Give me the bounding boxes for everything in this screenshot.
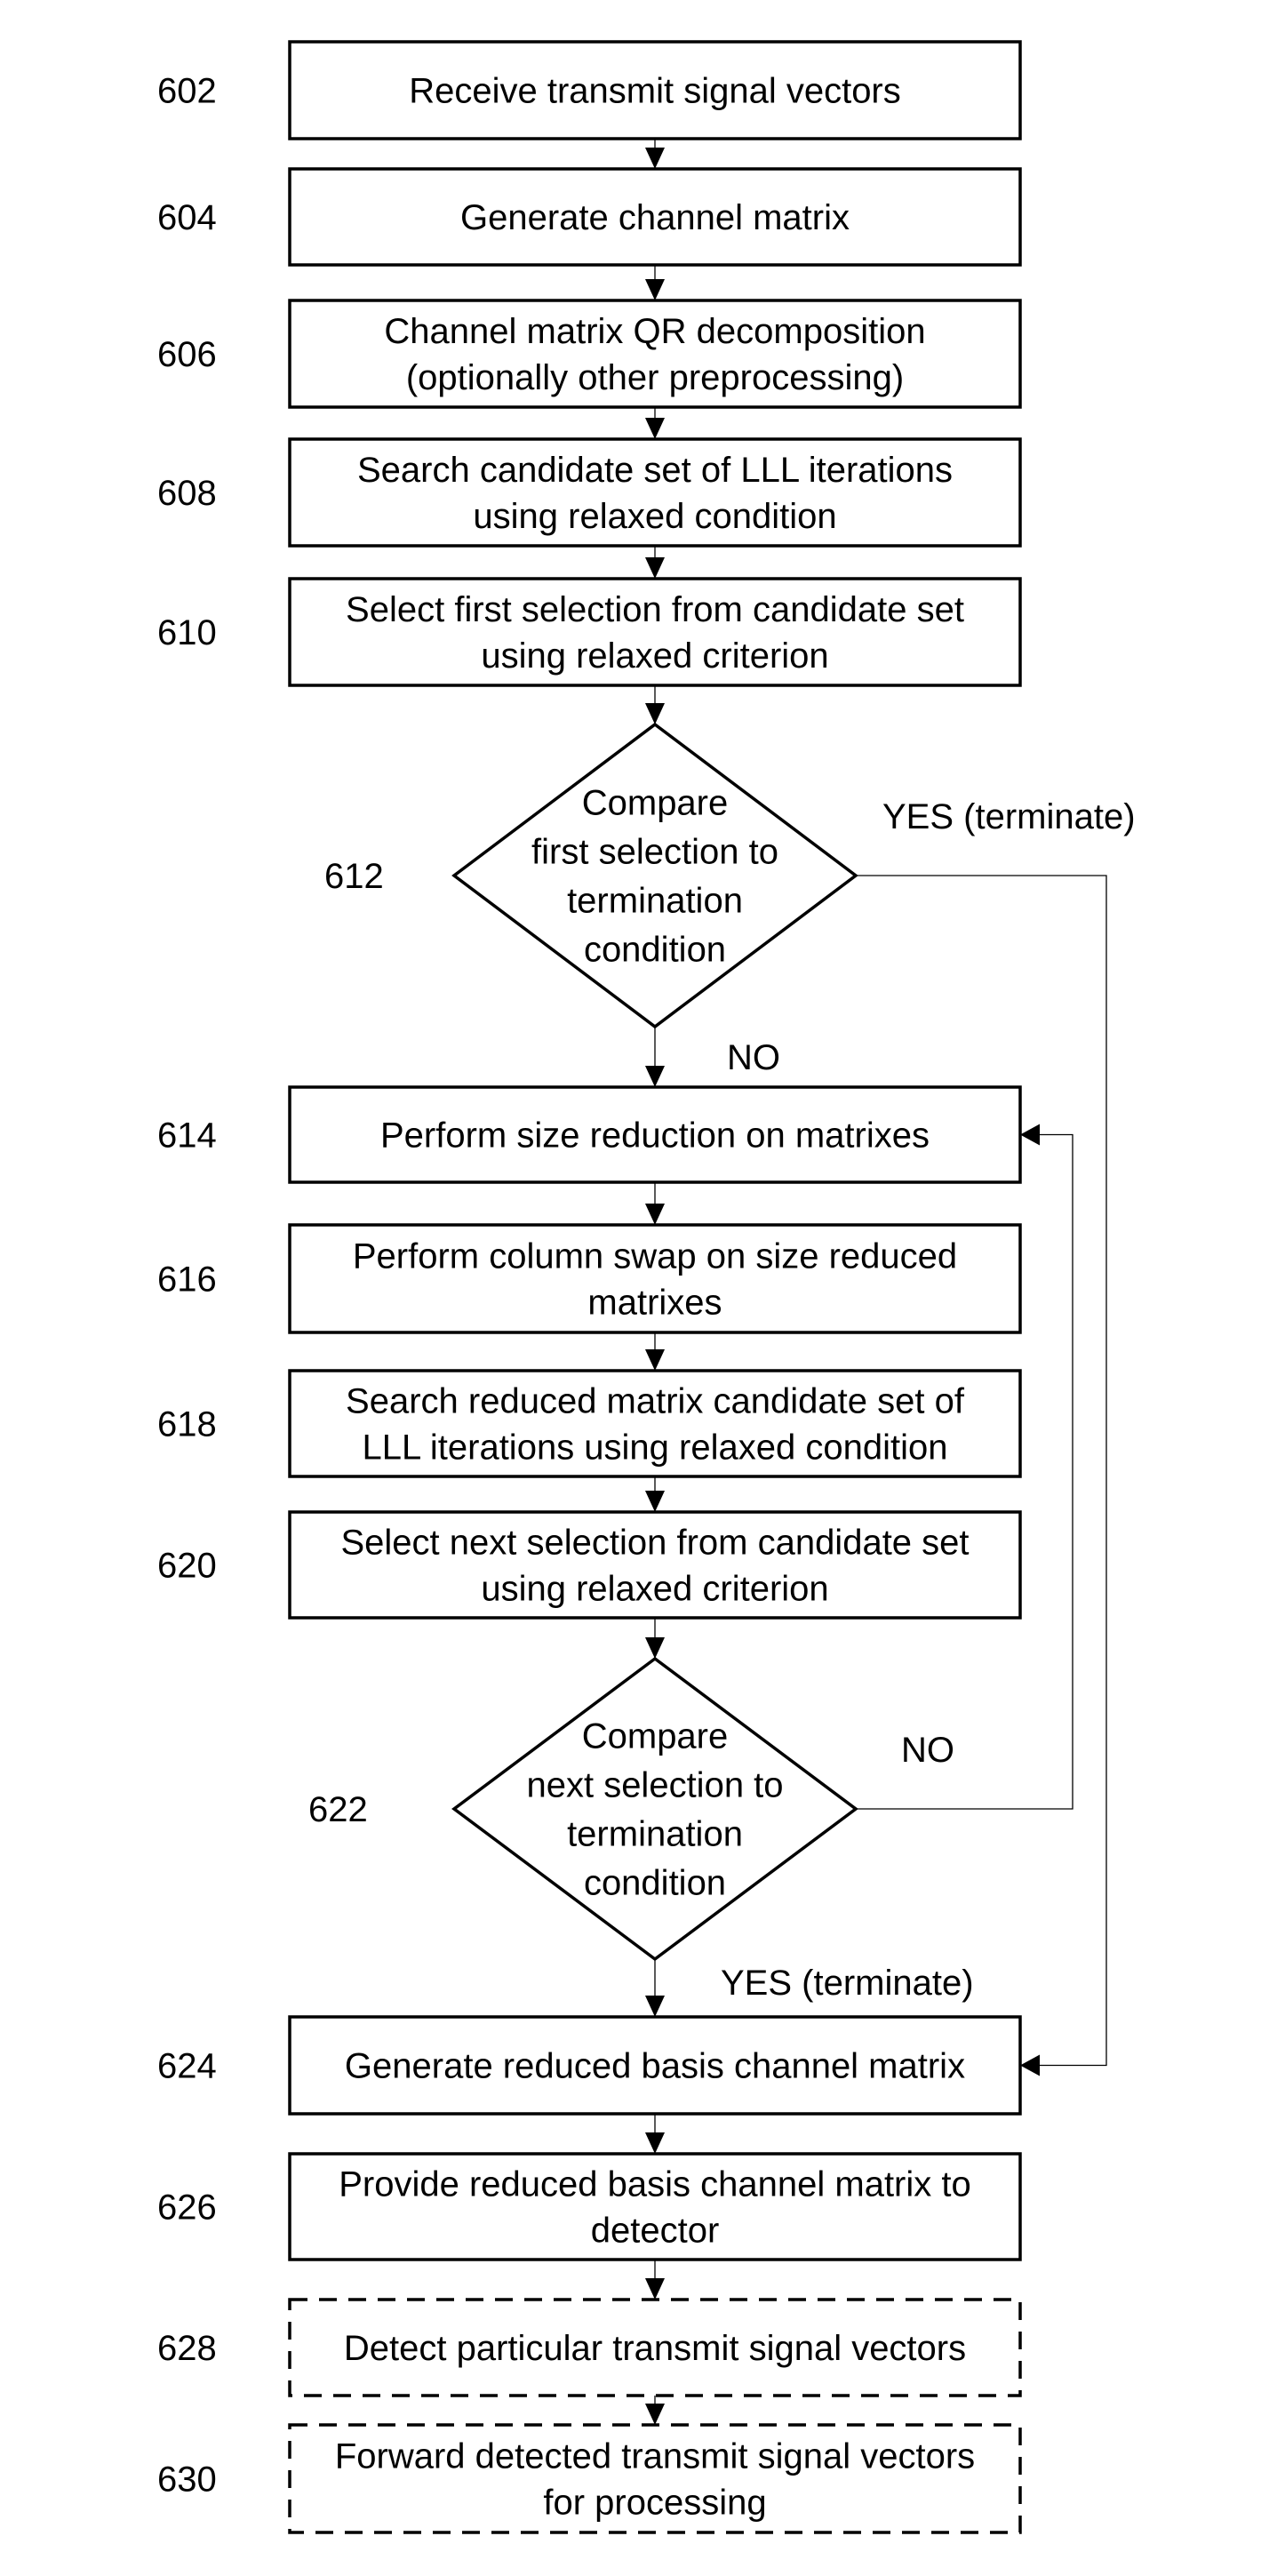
- branch-label-622-yes: YES (terminate): [721, 1964, 974, 2003]
- step-610: Select first selection from candidate se…: [157, 577, 1022, 687]
- step-text-line: Generate channel matrix: [460, 198, 850, 237]
- arrowhead-icon: [645, 418, 665, 439]
- arrowhead-icon: [645, 2278, 665, 2300]
- step-text-line: using relaxed criterion: [481, 1570, 828, 1609]
- arrowhead-icon: [645, 1996, 665, 2017]
- step-text-line: matrixes: [587, 1284, 722, 1323]
- step-number-label: 602: [157, 72, 217, 111]
- step-text-line: Perform size reduction on matrixes: [380, 1116, 930, 1156]
- step-text-line: condition: [584, 931, 726, 970]
- arrowhead-icon: [645, 148, 665, 169]
- step-text-line: Compare: [582, 784, 729, 823]
- step-622: Compare next selection to termination condi…: [308, 1656, 858, 1962]
- step-text-line: Generate reduced basis channel matrix: [345, 2047, 965, 2086]
- arrowhead-icon: [645, 2132, 665, 2154]
- step-text-line: using relaxed criterion: [481, 636, 828, 676]
- step-number-label: 626: [157, 2188, 217, 2228]
- step-text-line: Search reduced matrix candidate set of: [346, 1382, 965, 1421]
- decision-diamond-612: [451, 722, 858, 1029]
- step-number-label: 614: [157, 1116, 217, 1156]
- arrowhead-icon: [645, 1491, 665, 1512]
- step-text-line: Select next selection from candidate set: [340, 1524, 969, 1563]
- step-606: Channel matrix QR decomposition (optional…: [157, 299, 1022, 409]
- arrowhead-icon: [645, 1066, 665, 1087]
- step-614: Perform size reduction on matrixes 614: [157, 1085, 1022, 1184]
- arrowhead-icon: [645, 279, 665, 300]
- arrowhead-icon: [645, 2404, 665, 2425]
- step-text-line: Receive transmit signal vectors: [409, 72, 901, 111]
- step-number-label: 628: [157, 2329, 217, 2368]
- branch-label-622-no: NO: [901, 1731, 954, 1770]
- step-number-label: 618: [157, 1405, 217, 1444]
- flowchart-canvas: Receive transmit signal vectors 602 Genera…: [157, 40, 1136, 2534]
- step-text-line: Search candidate set of LLL iterations: [357, 451, 953, 490]
- branch-label-612-no: NO: [727, 1038, 780, 1077]
- step-text-line: LLL iterations using relaxed condition: [363, 1428, 948, 1468]
- step-626: Provide reduced basis channel matrix to d…: [157, 2152, 1022, 2261]
- decision-diamond-622: [451, 1656, 858, 1962]
- step-text-line: detector: [591, 2212, 720, 2251]
- arrowhead-icon: [645, 1204, 665, 1225]
- arrowhead-icon: [1020, 1124, 1040, 1146]
- step-number-label: 624: [157, 2047, 217, 2086]
- step-text-line: Select first selection from candidate se…: [346, 590, 964, 629]
- step-number-label: 622: [308, 1790, 368, 1829]
- step-618: Search reduced matrix candidate set of LL…: [157, 1369, 1022, 1478]
- step-616: Perform column swap on size reduced matri…: [157, 1223, 1022, 1334]
- step-text-line: for processing: [543, 2484, 766, 2523]
- arrowhead-icon: [1020, 2054, 1040, 2076]
- step-number-label: 608: [157, 474, 217, 513]
- step-text-line: first selection to: [531, 833, 778, 872]
- step-text-line: Compare: [582, 1717, 729, 1756]
- step-602: Receive transmit signal vectors 602: [157, 40, 1022, 140]
- arrowhead-icon: [645, 557, 665, 579]
- step-number-label: 616: [157, 1260, 217, 1300]
- step-text-line: termination: [567, 882, 743, 921]
- step-604: Generate channel matrix 604: [157, 167, 1022, 267]
- step-608: Search candidate set of LLL iterations us…: [157, 437, 1022, 548]
- step-628: Detect particular transmit signal vector…: [157, 2298, 1022, 2397]
- step-text-line: Channel matrix QR decomposition: [384, 312, 925, 351]
- step-text-line: next selection to: [526, 1766, 783, 1805]
- step-text-line: Detect particular transmit signal vector…: [344, 2329, 966, 2368]
- step-text-line: Provide reduced basis channel matrix to: [339, 2165, 970, 2204]
- step-624: Generate reduced basis channel matrix 624: [157, 2015, 1022, 2116]
- step-number-label: 612: [324, 857, 384, 896]
- step-text-line: (optionally other preprocessing): [406, 358, 904, 397]
- step-620: Select next selection from candidate set…: [157, 1510, 1022, 1620]
- step-text-line: using relaxed condition: [473, 497, 836, 536]
- step-number-label: 610: [157, 613, 217, 652]
- step-number-label: 620: [157, 1547, 217, 1586]
- step-text-line: Forward detected transmit signal vectors: [335, 2437, 975, 2476]
- arrowhead-icon: [645, 1637, 665, 1659]
- nodes: Receive transmit signal vectors 602 Genera…: [157, 40, 1022, 2534]
- step-number-label: 606: [157, 335, 217, 374]
- branch-label-612-yes: YES (terminate): [882, 797, 1136, 836]
- arrowhead-icon: [645, 1349, 665, 1371]
- step-text-line: termination: [567, 1815, 743, 1854]
- step-number-label: 630: [157, 2460, 217, 2500]
- step-text-line: Perform column swap on size reduced: [353, 1237, 957, 1276]
- step-number-label: 604: [157, 198, 217, 237]
- step-text-line: condition: [584, 1864, 726, 1903]
- step-630: Forward detected transmit signal vectors…: [157, 2423, 1022, 2534]
- step-612: Compare first selection to termination cond…: [324, 722, 858, 1029]
- arrowhead-icon: [645, 703, 665, 724]
